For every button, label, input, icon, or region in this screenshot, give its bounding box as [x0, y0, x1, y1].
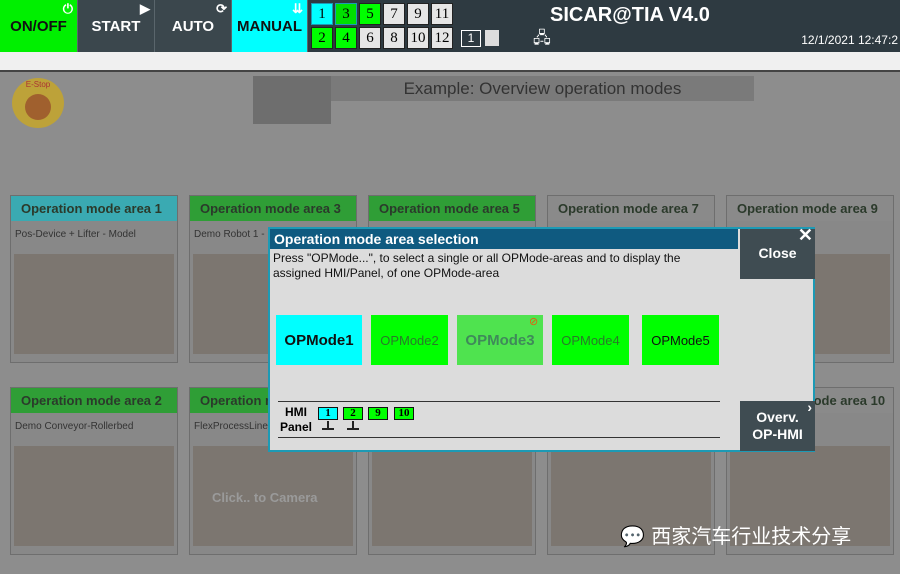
dialog-description: Press "OPMode...", to select a single or… — [273, 251, 681, 280]
area-button-6[interactable]: 6 — [359, 27, 381, 49]
opmode-button-5[interactable]: OPMode5 — [642, 315, 719, 365]
app-title: SICAR@TIA V4.0 — [550, 4, 710, 26]
card-subtitle: Pos-Device + Lifter - Model — [15, 229, 136, 240]
blocked-icon: ⊘ — [529, 316, 539, 328]
card-title: Operation mode area 2 — [11, 388, 177, 413]
card-title: Operation mode area 1 — [11, 196, 177, 221]
sd-card-icon — [485, 30, 499, 46]
opmode-button-2[interactable]: OPMode2 — [371, 315, 448, 365]
opmode-area-card[interactable]: Operation mode area 2 Demo Conveyor-Rolle… — [10, 387, 178, 555]
divider — [278, 401, 720, 402]
top-bar: ⏻ ON/OFF ▶ START ⟳ AUTO ⇊ MANUAL 1 3 5 7 9 11 2 4 6 8… — [0, 0, 900, 52]
card-title: Operation mode area 7 — [548, 196, 714, 221]
on-off-button[interactable]: ⏻ ON/OFF — [0, 0, 78, 52]
area-button-12[interactable]: 12 — [431, 27, 453, 49]
area-button-10[interactable]: 10 — [407, 27, 429, 49]
cycle-icon: ⟳ — [216, 1, 227, 16]
play-icon: ▶ — [140, 1, 150, 16]
chevron-right-icon: › — [807, 399, 812, 415]
area-button-3[interactable]: 3 — [335, 3, 357, 25]
card-title: Operation mode area 9 — [727, 196, 893, 221]
hmi-panel-1[interactable]: 1 — [318, 407, 338, 420]
datetime: 12/1/2021 12:47:2 — [801, 33, 898, 47]
card-title: Operation mode area 5 — [369, 196, 535, 221]
power-icon: ⏻ — [62, 1, 73, 16]
estop-icon — [25, 94, 51, 120]
card-subtitle: Demo Conveyor-Rollerbed — [15, 421, 134, 432]
area-button-5[interactable]: 5 — [359, 3, 381, 25]
area-button-7[interactable]: 7 — [383, 3, 405, 25]
overview-thumbnail[interactable] — [253, 76, 331, 124]
card-title: Operation mode area 3 — [190, 196, 356, 221]
divider — [278, 437, 720, 438]
auto-button[interactable]: ⟳ AUTO — [155, 0, 232, 52]
camera-hint[interactable]: Click.. to Camera — [212, 490, 318, 505]
area-button-4[interactable]: 4 — [335, 27, 357, 49]
hmi-panel-9[interactable]: 9 — [368, 407, 388, 420]
area-button-11[interactable]: 11 — [431, 3, 453, 25]
opmode-selection-dialog: Operation mode area selection Press "OPM… — [268, 225, 815, 452]
area-button-1[interactable]: 1 — [311, 3, 333, 25]
opmode-button-4[interactable]: OPMode4 — [552, 315, 629, 365]
close-icon: ✕ — [797, 225, 813, 245]
area-button-9[interactable]: 9 — [407, 3, 429, 25]
card-image — [14, 446, 174, 546]
watermark: 💬 西家汽车行业技术分享 — [620, 524, 852, 548]
close-button[interactable]: ✕ Close — [740, 225, 815, 279]
monitor-stand-icon — [322, 421, 334, 430]
overview-op-hmi-button[interactable]: › Overv. OP-HMI — [740, 399, 815, 451]
monitor-stand-icon — [347, 421, 359, 430]
page-title: Example: Overview operation modes — [331, 76, 754, 101]
panel-indicator: 1 — [461, 30, 481, 47]
card-image — [372, 446, 532, 546]
dialog-title: Operation mode area selection — [270, 229, 738, 249]
opmode-button-1[interactable]: OPMode1 — [276, 315, 362, 365]
hmi-panel-label: HMI Panel — [280, 405, 313, 434]
message-strip — [0, 52, 900, 72]
network-icon: 🖧 — [533, 30, 551, 47]
manual-icon: ⇊ — [292, 1, 303, 16]
start-button[interactable]: ▶ START — [78, 0, 155, 52]
manual-button[interactable]: ⇊ MANUAL — [232, 0, 308, 52]
area-grid: 1 3 5 7 9 11 2 4 6 8 10 12 — [311, 3, 453, 49]
opmode-area-card[interactable]: Operation mode area 1 Pos-Device + Lifter… — [10, 195, 178, 363]
area-button-8[interactable]: 8 — [383, 27, 405, 49]
hmi-panel-2[interactable]: 2 — [343, 407, 363, 420]
area-button-2[interactable]: 2 — [311, 27, 333, 49]
estop-button[interactable]: E-Stop — [12, 78, 64, 128]
hmi-panel-10[interactable]: 10 — [394, 407, 414, 420]
card-image — [14, 254, 174, 354]
